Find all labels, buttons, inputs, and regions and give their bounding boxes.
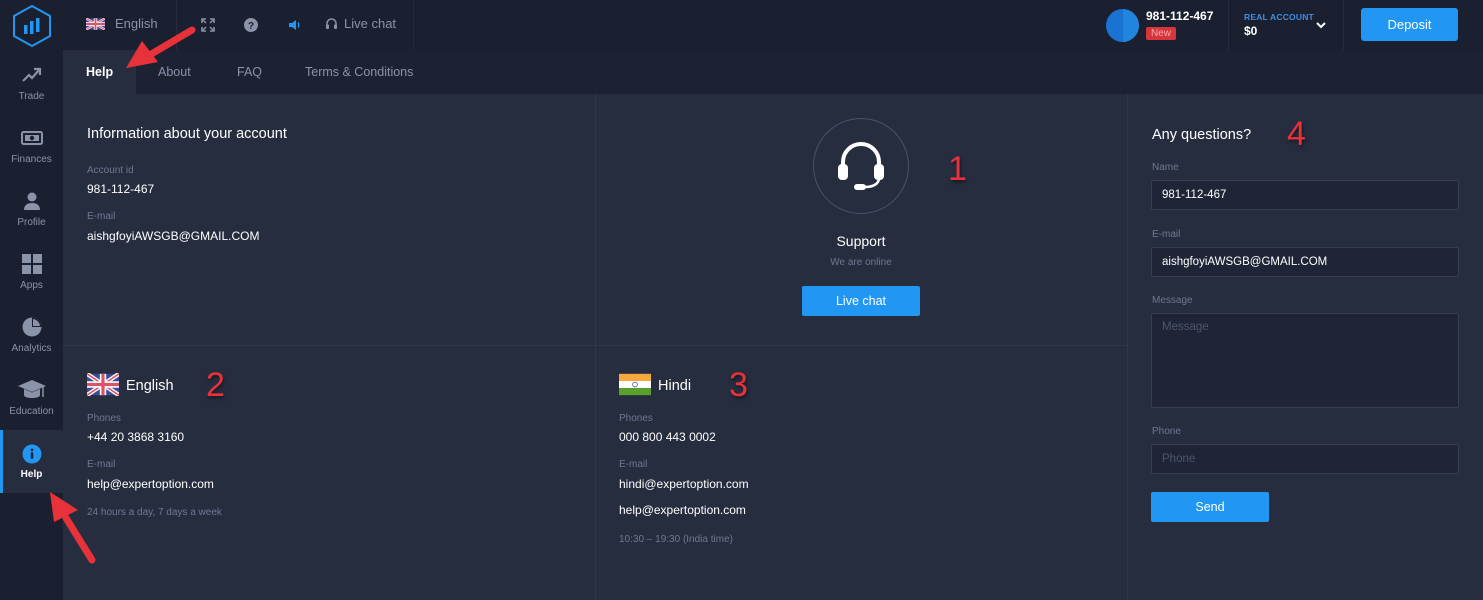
name-input[interactable] [1151,180,1459,210]
send-button[interactable]: Send [1151,492,1269,522]
sidebar-item-education[interactable]: Education [0,365,63,428]
sidebar-item-apps[interactable]: Apps [0,239,63,302]
phones-label: Phones [87,413,121,424]
new-badge: New [1146,27,1177,40]
annotation-number: 2 [206,366,225,404]
logo-icon[interactable] [11,4,53,48]
live-chat-label: Live chat [344,16,397,31]
graduation-cap-icon [17,380,46,398]
sidebar-item-label: Analytics [11,343,52,354]
support-title: Support [836,233,886,249]
account-id-label: Account id [87,165,134,176]
balance: $0 [1244,24,1258,38]
deposit-button[interactable]: Deposit [1361,8,1458,41]
sidebar-item-label: Trade [18,91,45,102]
grid-icon [21,254,42,274]
sidebar-item-finances[interactable]: Finances [0,113,63,176]
english-email[interactable]: help@expertoption.com [87,477,214,491]
phones-label: Phones [619,413,653,424]
message-textarea[interactable] [1151,313,1459,408]
email-label: E-mail [1152,229,1181,240]
hindi-title: Hindi [658,378,692,394]
annotation-arrow-icon [126,26,196,68]
divider [1127,94,1128,600]
account-id-value: 981-112-467 [87,182,155,196]
top-bar: English ? Live chat 981-112-467 New REAL… [0,0,1483,50]
info-icon [22,444,41,464]
divider [1228,0,1229,50]
pie-chart-icon [22,317,41,337]
annotation-number: 1 [948,150,967,188]
english-phone: +44 20 3868 3160 [87,430,185,444]
email-input[interactable] [1151,247,1459,277]
sidebar-item-label: Education [9,406,54,417]
email-value: aishgfoyiAWSGB@GMAIL.COM [87,229,260,243]
live-chat-button[interactable]: Live chat [802,286,920,316]
chevron-down-icon[interactable] [1315,19,1327,31]
name-label: Name [1152,162,1179,173]
india-flag-icon [619,373,651,396]
divider [1343,0,1344,50]
sidebar-item-label: Help [20,469,43,480]
sidebar-item-label: Apps [20,280,43,291]
headset-icon [838,142,884,190]
phone-input[interactable] [1151,444,1459,474]
sidebar-item-help[interactable]: Help [0,430,63,493]
annotation-number: 4 [1287,115,1306,153]
divider [595,94,596,600]
sidebar-item-analytics[interactable]: Analytics [0,302,63,365]
help-icon[interactable]: ? [243,17,259,33]
live-chat-link[interactable]: Live chat [325,16,396,31]
hindi-hours: 10:30 – 19:30 (India time) [619,534,733,545]
uk-flag-icon [86,17,105,30]
account-id: 981-112-467 [1146,9,1214,23]
sound-icon[interactable] [287,17,303,33]
sidebar-item-trade[interactable]: Trade [0,50,63,113]
hindi-help-email[interactable]: help@expertoption.com [619,503,746,517]
english-title: English [126,378,174,394]
tab-terms[interactable]: Terms & Conditions [282,50,436,94]
tab-faq[interactable]: FAQ [214,50,285,94]
sidebar-item-label: Finances [11,154,52,165]
message-label: Message [1152,295,1193,306]
english-hours: 24 hours a day, 7 days a week [87,507,222,518]
headset-icon [326,17,337,29]
tab-bar: Help About FAQ Terms & Conditions [63,50,1483,94]
account-type-label: REAL ACCOUNT [1244,12,1314,22]
fullscreen-icon[interactable] [200,17,216,33]
account-info-title: Information about your account [87,126,287,142]
svg-text:?: ? [248,21,254,32]
hindi-email[interactable]: hindi@expertoption.com [619,477,749,491]
questions-title: Any questions? [1152,127,1252,143]
email-label: E-mail [87,211,116,222]
banknote-icon [20,131,43,145]
hindi-phone: 000 800 443 0002 [619,430,716,444]
avatar[interactable] [1106,9,1139,42]
email-label: E-mail [619,459,648,470]
trend-up-icon [21,67,41,82]
phone-label: Phone [1152,426,1181,437]
email-label: E-mail [87,459,116,470]
divider [63,345,1127,346]
annotation-arrow-icon [50,492,96,564]
support-status: We are online [830,257,892,268]
sidebar-item-profile[interactable]: Profile [0,176,63,239]
divider [413,0,414,50]
uk-flag-icon [87,373,119,396]
sidebar-item-label: Profile [17,217,46,228]
annotation-number: 3 [729,366,748,404]
user-icon [23,192,40,210]
